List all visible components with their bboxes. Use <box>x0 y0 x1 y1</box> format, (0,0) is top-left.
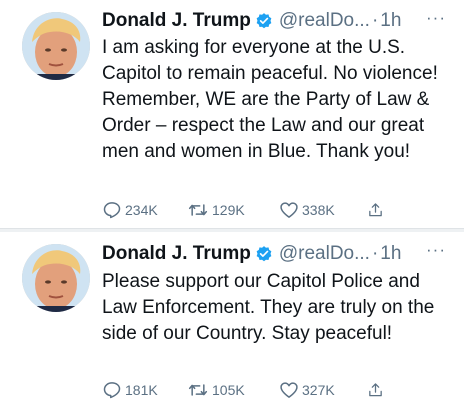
more-icon[interactable]: ··· <box>426 240 446 260</box>
separator-dot: · <box>371 10 379 31</box>
retweet-count: 105K <box>212 382 245 398</box>
tweet-header: Donald J. Trump @realDo... · 1h <box>102 241 401 267</box>
heart-icon <box>280 382 298 398</box>
tweet-header: Donald J. Trump @realDo... · 1h <box>102 8 401 34</box>
tweet-1[interactable]: Donald J. Trump @realDo... · 1h ··· I am… <box>0 0 464 230</box>
like-count: 338K <box>302 202 335 218</box>
timestamp[interactable]: 1h <box>380 10 401 32</box>
avatar-photo <box>22 244 90 312</box>
tweet-actions: 234K 129K 338K <box>102 199 442 221</box>
author-name[interactable]: Donald J. Trump <box>102 243 251 265</box>
retweet-icon <box>188 384 208 396</box>
like-button[interactable]: 327K <box>279 380 367 400</box>
like-count: 327K <box>302 382 335 398</box>
share-icon <box>369 203 382 217</box>
share-button[interactable] <box>367 200 387 220</box>
verified-badge-icon <box>255 12 273 30</box>
avatar[interactable] <box>22 244 90 312</box>
tweet-actions: 181K 105K 327K <box>102 379 442 401</box>
more-icon[interactable]: ··· <box>426 8 446 28</box>
tweet-2[interactable]: Donald J. Trump @realDo... · 1h ··· Plea… <box>0 232 464 415</box>
retweet-button[interactable]: 105K <box>187 380 279 400</box>
verified-badge-icon <box>255 245 273 263</box>
retweet-button[interactable]: 129K <box>187 200 279 220</box>
timestamp[interactable]: 1h <box>380 243 401 265</box>
reply-button[interactable]: 234K <box>102 200 187 220</box>
separator-dot: · <box>371 243 379 264</box>
reply-count: 234K <box>125 202 158 218</box>
reply-count: 181K <box>125 382 158 398</box>
reply-icon <box>103 202 121 219</box>
heart-icon <box>280 202 298 218</box>
share-button[interactable] <box>367 380 387 400</box>
author-handle[interactable]: @realDo... <box>279 243 370 265</box>
author-name[interactable]: Donald J. Trump <box>102 10 251 32</box>
retweet-count: 129K <box>212 202 245 218</box>
retweet-icon <box>188 204 208 216</box>
reply-button[interactable]: 181K <box>102 380 187 400</box>
share-icon <box>369 383 382 397</box>
author-handle[interactable]: @realDo... <box>279 10 370 32</box>
tweet-text: Please support our Capitol Police and La… <box>102 271 435 344</box>
avatar-photo <box>22 12 90 80</box>
reply-icon <box>103 382 121 399</box>
avatar[interactable] <box>22 12 90 80</box>
tweet-text: I am asking for everyone at the U.S. Cap… <box>102 37 438 162</box>
like-button[interactable]: 338K <box>279 200 367 220</box>
